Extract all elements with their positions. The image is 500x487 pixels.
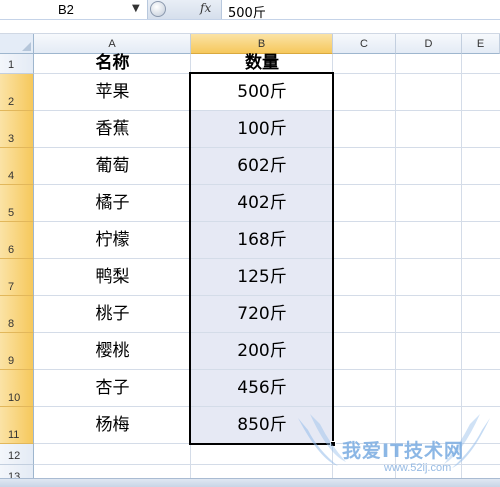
fruit-name-cell[interactable]: 桃子 (34, 296, 191, 333)
selection-border (189, 72, 334, 445)
row-number: 6 (8, 244, 15, 256)
formula-bar: B2 ▼ fx 500斤 (0, 0, 500, 21)
column-header-a[interactable]: A (34, 34, 191, 54)
row-header-12[interactable]: 12 (0, 444, 34, 465)
toolbar-strip (0, 20, 500, 34)
insert-function-icon[interactable]: fx (200, 1, 211, 15)
row-number: 11 (8, 429, 20, 441)
fruit-name-cell[interactable]: 杏子 (34, 370, 191, 407)
fruit-name-cell[interactable]: 香蕉 (34, 111, 191, 148)
fruit-name-cell[interactable]: 樱桃 (34, 333, 191, 370)
row-number: 7 (8, 281, 15, 293)
row-header-6[interactable]: 6 (0, 222, 34, 259)
row-header-2[interactable]: 2 (0, 74, 34, 111)
watermark: 我爱IT技术网 www.52ij.com (290, 410, 500, 487)
watermark-url: www.52ij.com (384, 462, 452, 474)
fruit-name-cell[interactable]: 橘子 (34, 185, 191, 222)
fruit-name-cell[interactable]: 鸭梨 (34, 259, 191, 296)
header-name-cell[interactable]: 名称 (34, 53, 191, 73)
fruit-name-cell[interactable]: 苹果 (34, 74, 191, 111)
row-header-7[interactable]: 7 (0, 259, 34, 296)
row-header-9[interactable]: 9 (0, 333, 34, 370)
sheet-tab-bar (0, 478, 500, 487)
column-header-c[interactable]: C (333, 34, 396, 54)
row-header-10[interactable]: 10 (0, 370, 34, 407)
select-all-icon (22, 42, 31, 51)
row-number: 8 (8, 318, 15, 330)
row-number: 5 (8, 207, 15, 219)
row-number: 12 (8, 450, 21, 462)
row-number: 4 (8, 170, 15, 182)
row-number: 2 (8, 96, 15, 108)
fruit-name-cell[interactable]: 葡萄 (34, 148, 191, 185)
select-all-button[interactable] (0, 34, 34, 54)
row-header-3[interactable]: 3 (0, 111, 34, 148)
cancel-enter-icon[interactable] (150, 1, 166, 17)
row-number: 3 (8, 133, 15, 145)
fruit-name-cell[interactable]: 柠檬 (34, 222, 191, 259)
name-box-value: B2 (58, 2, 74, 17)
chevron-down-icon[interactable]: ▼ (132, 3, 140, 14)
row-header-4[interactable]: 4 (0, 148, 34, 185)
name-box[interactable]: B2 ▼ (0, 0, 148, 19)
row-header-11[interactable]: 11 (0, 407, 34, 444)
column-header-e[interactable]: E (462, 34, 500, 54)
row-number: 10 (8, 392, 21, 404)
function-area: fx (148, 0, 222, 19)
row-header-1[interactable]: 1 (0, 54, 34, 74)
row-header-5[interactable]: 5 (0, 185, 34, 222)
row-number: 1 (8, 59, 15, 71)
formula-input[interactable]: 500斤 (228, 2, 266, 21)
column-header-d[interactable]: D (396, 34, 462, 54)
row-number: 9 (8, 355, 15, 367)
column-header-b[interactable]: B (191, 34, 333, 54)
watermark-text: 我爱IT技术网 (342, 440, 465, 462)
fruit-name-cell[interactable]: 杨梅 (34, 407, 191, 444)
header-qty-cell[interactable]: 数量 (191, 53, 333, 73)
row-header-8[interactable]: 8 (0, 296, 34, 333)
